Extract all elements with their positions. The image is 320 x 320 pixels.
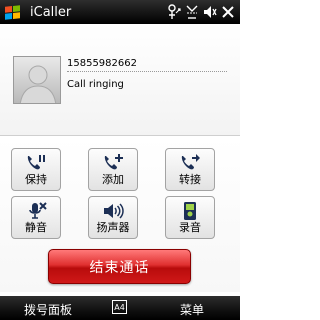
avatar <box>13 56 61 104</box>
end-call-button[interactable]: 结束通话 <box>48 249 191 284</box>
transfer-button[interactable]: 转接 <box>165 148 215 191</box>
mute-button[interactable]: 静音 <box>11 196 61 239</box>
speaker-label: 扬声器 <box>96 221 130 234</box>
caller-panel: 15855982662 Call ringing <box>0 24 240 136</box>
divider <box>67 71 227 72</box>
call-status: Call ringing <box>67 79 124 90</box>
speaker-icon <box>104 203 124 219</box>
add-call-icon <box>104 154 123 170</box>
add-call-label: 添加 <box>102 173 124 186</box>
menu-softkey[interactable]: 菜单 <box>180 301 204 318</box>
add-call-button[interactable]: 添加 <box>88 148 138 191</box>
record-button[interactable]: 录音 <box>165 196 215 239</box>
hold-button[interactable]: 保持 <box>11 148 61 191</box>
network-icon[interactable] <box>166 3 182 21</box>
record-label: 录音 <box>179 221 201 234</box>
speaker-button[interactable]: 扬声器 <box>88 196 138 239</box>
transfer-label: 转接 <box>179 173 201 186</box>
app-title: iCaller <box>30 4 72 20</box>
mute-label: 静音 <box>25 221 47 234</box>
volume-icon[interactable] <box>202 3 218 21</box>
transfer-icon <box>181 154 200 170</box>
phone-number: 15855982662 <box>67 58 137 69</box>
hold-icon <box>27 155 45 170</box>
record-icon <box>184 202 196 220</box>
hold-label: 保持 <box>25 173 47 186</box>
windows-logo-icon[interactable] <box>0 0 24 24</box>
menu-bar: 拨号面板 A4 菜单 <box>0 296 240 320</box>
status-icons[interactable] <box>166 3 240 21</box>
missed-call-icon[interactable] <box>184 3 200 21</box>
dial-pad-softkey[interactable]: 拨号面板 <box>24 301 72 318</box>
keyboard-icon[interactable]: A4 <box>112 300 127 314</box>
close-icon[interactable] <box>220 3 236 21</box>
mute-icon <box>29 202 47 219</box>
title-bar: iCaller <box>0 0 240 24</box>
